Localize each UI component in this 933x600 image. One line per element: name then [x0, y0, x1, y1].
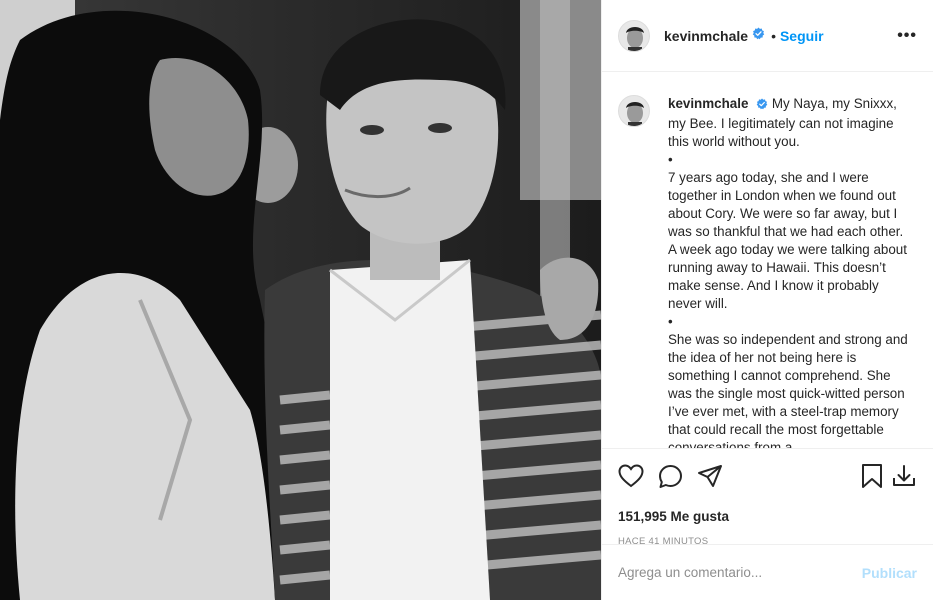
download-icon[interactable] — [891, 463, 917, 489]
header-separator: • — [771, 27, 776, 44]
heart-icon[interactable] — [618, 464, 644, 488]
caption-avatar[interactable] — [618, 95, 650, 127]
verified-badge-icon — [756, 97, 768, 115]
caption-paragraph: She was so independent and strong and th… — [668, 332, 908, 448]
caption-bullet: • — [668, 314, 673, 329]
publish-button[interactable]: Publicar — [862, 565, 917, 581]
caption-bullet: • — [668, 152, 673, 167]
bookmark-icon[interactable] — [861, 463, 883, 489]
post-actions: 151,995 Me gusta HACE 41 MINUTOS — [602, 448, 933, 547]
caption-username[interactable]: kevinmchale — [668, 96, 748, 111]
caption-paragraph: 7 years ago today, she and I were togeth… — [668, 170, 907, 311]
like-count[interactable]: 151,995 Me gusta — [618, 509, 917, 524]
caption-row: kevinmchale My Naya, my Snixxx, my Bee. … — [618, 95, 917, 448]
caption-text: kevinmchale My Naya, my Snixxx, my Bee. … — [668, 95, 910, 448]
comment-icon[interactable] — [658, 464, 683, 489]
photo-illustration — [0, 0, 601, 600]
action-icons-right — [861, 463, 917, 489]
comment-box: Publicar — [602, 544, 933, 600]
instagram-post: kevinmchale • Seguir ••• kevinmchale My … — [0, 0, 933, 600]
avatar[interactable] — [618, 19, 650, 52]
caption-avatar-image — [619, 96, 649, 126]
caption-area: kevinmchale My Naya, my Snixxx, my Bee. … — [602, 73, 933, 448]
post-sidebar: kevinmchale • Seguir ••• kevinmchale My … — [601, 0, 933, 600]
send-icon[interactable] — [697, 464, 723, 488]
post-header: kevinmchale • Seguir ••• — [602, 0, 933, 72]
caption-paragraph: kevinmchale My Naya, my Snixxx, my Bee. … — [668, 95, 910, 151]
follow-button[interactable]: Seguir — [780, 28, 824, 44]
avatar-image — [619, 20, 649, 51]
verified-badge-icon — [752, 27, 765, 45]
action-icons — [618, 461, 917, 491]
header-username[interactable]: kevinmchale — [664, 28, 748, 44]
comment-input[interactable] — [618, 565, 862, 580]
post-photo[interactable] — [0, 0, 601, 600]
more-options-icon[interactable]: ••• — [897, 27, 917, 45]
